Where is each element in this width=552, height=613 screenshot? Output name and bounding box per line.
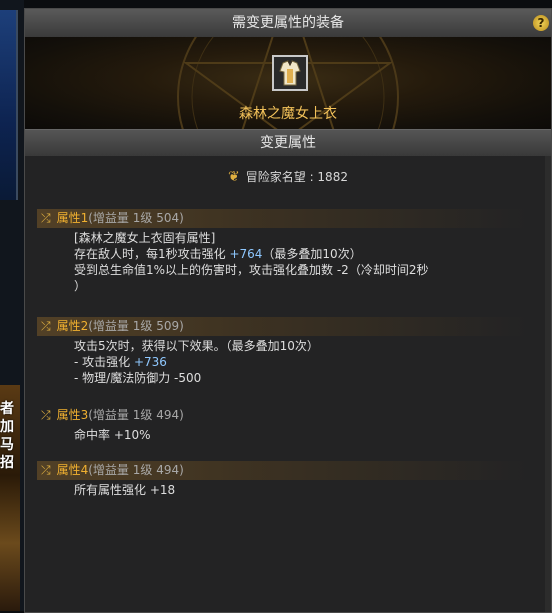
attribute-header[interactable]: ⤮ 属性4(增益量 1级 494)	[37, 461, 527, 480]
window-title-bar[interactable]: 需变更属性的装备 ?	[25, 9, 551, 38]
side-text-char: 加	[0, 419, 14, 435]
help-button[interactable]: ?	[533, 15, 549, 31]
attribute-meta: (增益量 1级 494)	[88, 463, 184, 477]
background-game-strip: 者 加 马 招	[0, 0, 24, 611]
side-text-char: 马	[0, 437, 14, 453]
attribute-line: 所有属性强化 +18	[74, 483, 176, 497]
robe-icon[interactable]	[272, 55, 308, 91]
shuffle-icon: ⤮	[41, 319, 51, 333]
attribute-body: 命中率 +10%	[37, 425, 527, 443]
attribute-meta: (增益量 1级 494)	[88, 408, 184, 422]
attribute-body: 所有属性强化 +18	[37, 480, 527, 498]
line-text: 存在敌人时，每1秒攻击强化	[74, 247, 230, 261]
attribute-block: ⤮ 属性4(增益量 1级 494) 所有属性强化 +18	[37, 461, 527, 498]
attribute-block: ⤮ 属性3(增益量 1级 494) 命中率 +10%	[37, 406, 527, 443]
attribute-line: ）	[74, 279, 87, 293]
attribute-body: 攻击5次时，获得以下效果。（最多叠加10次） - 攻击强化 +736 - 物理/…	[37, 336, 527, 386]
attribute-title: 属性3	[56, 408, 89, 422]
item-name: 森林之魔女上衣	[239, 106, 337, 122]
attribute-line: - 物理/魔法防御力 -500	[74, 371, 202, 385]
shuffle-icon: ⤮	[41, 408, 51, 422]
scrollbar[interactable]	[545, 156, 551, 612]
reputation-text: 冒险家名望 : 1882	[245, 170, 348, 184]
attribute-title: 属性2	[56, 319, 89, 333]
attribute-line: 攻击5次时，获得以下效果。（最多叠加10次）	[74, 339, 319, 353]
attribute-line: [森林之魔女上衣固有属性]	[74, 231, 216, 245]
reputation-row: ❦ 冒险家名望 : 1882	[25, 168, 551, 185]
line-text: - 攻击强化	[74, 355, 134, 369]
item-showcase: 森林之魔女上衣	[25, 37, 551, 129]
attribute-line: 存在敌人时，每1秒攻击强化 +764（最多叠加10次）	[74, 246, 527, 262]
window-title: 需变更属性的装备	[232, 15, 344, 31]
attribute-header[interactable]: ⤮ 属性2(增益量 1级 509)	[37, 317, 527, 336]
shuffle-icon: ⤮	[41, 211, 51, 225]
attribute-body: [森林之魔女上衣固有属性] 存在敌人时，每1秒攻击强化 +764（最多叠加10次…	[37, 228, 527, 294]
attribute-title: 属性4	[56, 463, 89, 477]
section-title: 变更属性	[260, 135, 316, 151]
attribute-line: 命中率 +10%	[74, 428, 151, 442]
attribute-line: 受到总生命值1%以上的伤害时，攻击强化叠加数 -2（冷却时间2秒	[74, 263, 429, 277]
reputation-icon: ❦	[228, 169, 240, 185]
attribute-header[interactable]: ⤮ 属性3(增益量 1级 494)	[37, 406, 527, 425]
side-text-char: 招	[0, 455, 14, 471]
side-text-char: 者	[0, 401, 14, 417]
line-text: （最多叠加10次）	[262, 247, 362, 261]
attribute-meta: (增益量 1级 509)	[88, 319, 184, 333]
line-value: +764	[229, 247, 263, 261]
attribute-block: ⤮ 属性2(增益量 1级 509) 攻击5次时，获得以下效果。（最多叠加10次） …	[37, 317, 527, 386]
attribute-block: ⤮ 属性1(增益量 1级 504) [森林之魔女上衣固有属性] 存在敌人时，每1秒…	[37, 209, 527, 294]
attribute-list: ❦ 冒险家名望 : 1882 ⤮ 属性1(增益量 1级 504) [森林之魔女上衣固…	[25, 156, 551, 612]
change-attribute-window: 需变更属性的装备 ? 森林之魔女上衣 变更属性 ❦ 冒险家名望 : 1882 ⤮…	[24, 8, 552, 613]
attribute-header[interactable]: ⤮ 属性1(增益量 1级 504)	[37, 209, 527, 228]
background-side-text: 者 加 马 招	[0, 400, 20, 472]
background-panel	[0, 10, 18, 200]
section-header: 变更属性	[25, 129, 551, 157]
line-value: +736	[133, 355, 167, 369]
shuffle-icon: ⤮	[41, 463, 51, 477]
attribute-meta: (增益量 1级 504)	[88, 211, 184, 225]
attribute-line: - 攻击强化 +736	[74, 354, 527, 370]
attribute-title: 属性1	[56, 211, 89, 225]
